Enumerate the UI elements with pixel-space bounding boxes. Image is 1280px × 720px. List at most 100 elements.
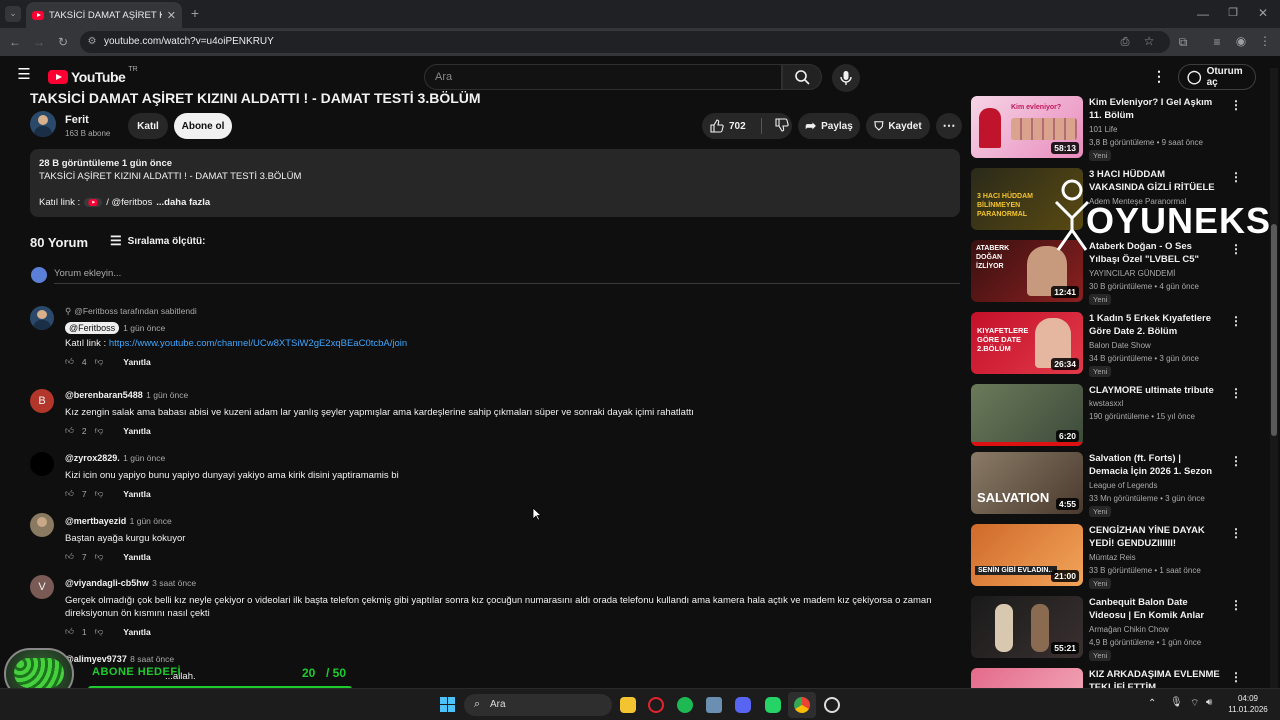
taskbar-clock[interactable]: 04:09 11.01.2026	[1226, 693, 1270, 715]
taskbar-search[interactable]: ⌕ Ara	[464, 694, 612, 716]
settings-dots-icon[interactable]: ⋮	[1152, 69, 1166, 83]
related-video[interactable]: KIYAFETLERE GÖRE DATE 2.BÖLÜM 26:34 1 Ka…	[970, 312, 1250, 378]
description-handle[interactable]: / @feritbos	[106, 196, 152, 209]
comment-time[interactable]: 1 gün önce	[123, 453, 165, 463]
channel-name[interactable]: Ferit	[65, 114, 89, 126]
comment-dislike-icon[interactable]: 👎︎	[95, 551, 104, 562]
comment-dislike-icon[interactable]: 👎︎	[95, 356, 104, 367]
profile-icon[interactable]: ◉	[1234, 34, 1248, 48]
related-channel[interactable]: Balon Date Show	[1089, 341, 1151, 350]
comment-time[interactable]: 8 saat önce	[130, 654, 174, 664]
windows-start-icon[interactable]	[440, 697, 456, 713]
comment-author[interactable]: @berenbaran5488	[65, 390, 143, 400]
add-comment-input[interactable]: Yorum ekleyin...	[54, 268, 960, 284]
volume-icon[interactable]: 🔊︎	[1206, 697, 1212, 708]
discord-icon[interactable]	[735, 697, 751, 713]
search-button[interactable]	[782, 64, 822, 90]
comment-author[interactable]: @mertbayezid	[65, 516, 126, 526]
comment-time[interactable]: 1 gün önce	[146, 390, 188, 400]
comment-avatar[interactable]	[30, 513, 54, 537]
channel-avatar[interactable]	[30, 111, 56, 137]
comment-author[interactable]: @Feritboss	[65, 322, 120, 334]
bookmark-star-icon[interactable]: ☆	[1142, 34, 1156, 48]
comment-avatar[interactable]	[30, 452, 54, 476]
video-thumbnail[interactable]: Kim evleniyor? 58:13	[971, 96, 1083, 158]
obs-icon[interactable]	[824, 697, 840, 713]
video-thumbnail[interactable]: SALVATION 4:55	[971, 452, 1083, 514]
signin-button[interactable]: ◯ Oturum aç	[1178, 64, 1256, 90]
reply-button[interactable]: Yanıtla	[123, 357, 150, 367]
install-app-icon[interactable]: ⎙	[1118, 35, 1132, 49]
tray-chevron-icon[interactable]: ⌃	[1148, 698, 1156, 709]
comment-author[interactable]: @viyandagli-cb5hw	[65, 578, 149, 588]
youtube-logo[interactable]: YouTube TR	[48, 66, 138, 85]
tab-list-icon[interactable]: ⌄	[5, 6, 21, 22]
subscribe-button[interactable]: Abone ol	[174, 113, 232, 139]
channel-chip[interactable]	[84, 198, 103, 207]
description-box[interactable]: 28 B görüntüleme 1 gün önce TAKSİCİ AŞİR…	[30, 149, 960, 217]
like-button[interactable]: 702	[710, 119, 746, 133]
more-options-icon[interactable]: ⋮	[1230, 598, 1242, 612]
comment-link[interactable]: https://www.youtube.com/channel/UCw8XTSi…	[109, 338, 407, 349]
related-video[interactable]: SENİN GİBİ EVLADIN... 21:00 CENGİZHAN Yİ…	[970, 524, 1250, 590]
close-window-icon[interactable]: ✕	[1256, 6, 1270, 20]
page-scrollbar[interactable]	[1270, 68, 1278, 688]
video-thumbnail[interactable]: 55:21	[971, 596, 1083, 658]
browser-menu-icon[interactable]: ⋮	[1258, 34, 1272, 48]
back-icon[interactable]: ←	[8, 35, 22, 49]
video-thumbnail[interactable]: SENİN GİBİ EVLADIN... 21:00	[971, 524, 1083, 586]
related-channel[interactable]: 101 Life	[1089, 125, 1117, 134]
forward-icon[interactable]: →	[32, 35, 46, 49]
related-video[interactable]: 6:20 CLAYMORE ultimate tribute kwstasxxl…	[970, 384, 1250, 450]
address-bar[interactable]: ⚙ youtube.com/watch?v=u4oiPENKRUY ⎙ ☆	[80, 31, 1170, 53]
search-input[interactable]: Ara	[424, 64, 782, 90]
related-video[interactable]: KIZ ARKADAŞIMA EVLENME TEKLİFİ ETTİM ⋮	[970, 668, 1250, 688]
comment-avatar[interactable]: V	[30, 575, 54, 599]
reply-button[interactable]: Yanıtla	[123, 489, 150, 499]
media-controls-icon[interactable]: ≡	[1210, 35, 1224, 49]
comment-avatar[interactable]: B	[30, 389, 54, 413]
related-channel[interactable]: YAYINCILAR GÜNDEMİ	[1089, 269, 1175, 278]
more-actions-button[interactable]: ⋯	[936, 113, 962, 139]
more-options-icon[interactable]: ⋮	[1230, 526, 1242, 540]
close-tab-icon[interactable]: ✕	[167, 9, 176, 22]
voice-search-button[interactable]	[832, 64, 860, 92]
related-channel[interactable]: League of Legends	[1089, 481, 1158, 490]
maximize-icon[interactable]: ❐	[1226, 6, 1240, 20]
comment-time[interactable]: 3 saat önce	[152, 578, 196, 588]
site-info-icon[interactable]: ⚙	[86, 35, 98, 49]
comment-like-icon[interactable]: 👍︎	[65, 626, 74, 637]
comment-like-icon[interactable]: 👍︎	[65, 356, 74, 367]
dislike-button[interactable]	[775, 117, 789, 135]
related-video[interactable]: Kim evleniyor? 58:13 Kim Evleniyor? I Ge…	[970, 96, 1250, 162]
comment-time[interactable]: 1 gün önce	[123, 323, 165, 333]
whatsapp-icon[interactable]	[765, 697, 781, 713]
reply-button[interactable]: Yanıtla	[123, 627, 150, 637]
related-video[interactable]: SALVATION 4:55 Salvation (ft. Forts) | D…	[970, 452, 1250, 518]
join-button[interactable]: Katıl	[128, 113, 168, 139]
spotify-icon[interactable]	[677, 697, 693, 713]
video-thumbnail[interactable]	[971, 668, 1083, 688]
share-button[interactable]: ➦ Paylaş	[798, 113, 860, 139]
comment-like-icon[interactable]: 👍︎	[65, 425, 74, 436]
video-thumbnail[interactable]: KIYAFETLERE GÖRE DATE 2.BÖLÜM 26:34	[971, 312, 1083, 374]
opera-icon[interactable]	[648, 697, 664, 713]
comment-dislike-icon[interactable]: 👎︎	[95, 626, 104, 637]
file-explorer-icon[interactable]	[620, 697, 636, 713]
reply-button[interactable]: Yanıtla	[123, 552, 150, 562]
minimize-icon[interactable]: —	[1196, 7, 1210, 21]
chrome-icon[interactable]	[794, 697, 810, 713]
video-thumbnail[interactable]: 6:20	[971, 384, 1083, 446]
description-more-link[interactable]: ...daha fazla	[156, 196, 210, 209]
new-tab-icon[interactable]: +	[188, 6, 202, 20]
sort-button[interactable]: ☰ Sıralama ölçütü:	[110, 233, 205, 249]
comment-dislike-icon[interactable]: 👎︎	[95, 425, 104, 436]
related-channel[interactable]: Armağan Chikin Chow	[1089, 625, 1169, 634]
more-options-icon[interactable]: ⋮	[1230, 386, 1242, 400]
related-video[interactable]: 55:21 Canbequit Balon Date Videosu | En …	[970, 596, 1250, 662]
more-options-icon[interactable]: ⋮	[1230, 670, 1242, 684]
wifi-icon[interactable]: ⌔	[1190, 697, 1199, 710]
comment-dislike-icon[interactable]: 👎︎	[95, 488, 104, 499]
app-icon[interactable]	[706, 697, 722, 713]
more-options-icon[interactable]: ⋮	[1230, 98, 1242, 112]
